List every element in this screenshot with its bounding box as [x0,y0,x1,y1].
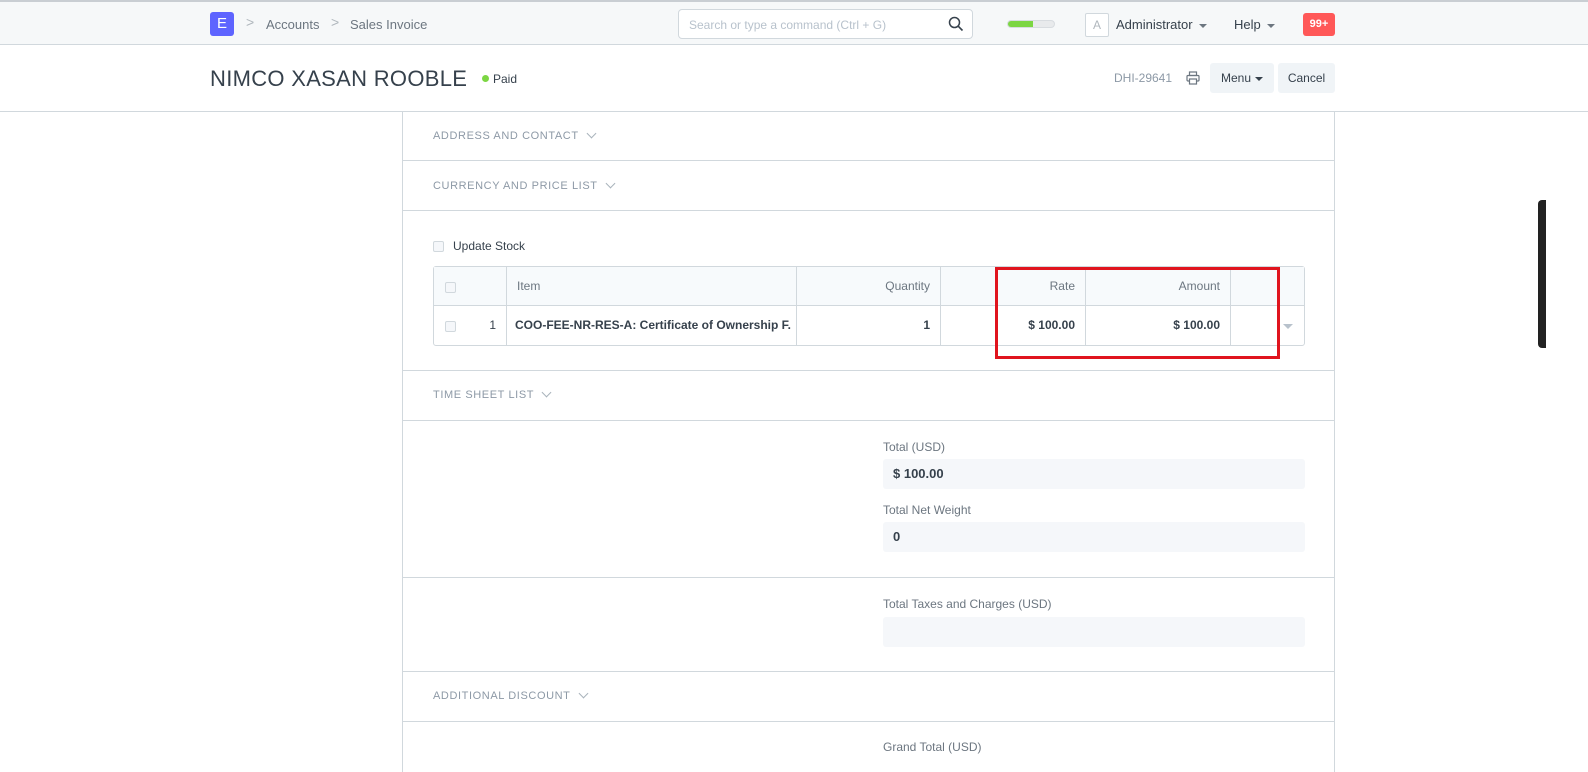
highlight-box [995,267,1280,359]
section-address-contact[interactable]: ADDRESS AND CONTACT [403,112,1334,161]
section-header[interactable]: ADDRESS AND CONTACT [433,128,597,142]
notifications-badge[interactable]: 99+ [1303,13,1335,36]
section-totals: Total (USD) $ 100.00 Total Net Weight 0 [403,421,1334,578]
select-all-checkbox[interactable] [445,282,456,293]
section-title: ADDITIONAL DISCOUNT [433,690,571,702]
breadcrumb-sales-invoice[interactable]: Sales Invoice [350,17,427,32]
app-logo[interactable]: E [210,12,234,36]
section-title: TIME SHEET LIST [433,389,535,401]
page-title: NIMCO XASAN ROOBLE [210,66,468,91]
page-head: NIMCO XASAN ROOBLE Paid DHI-29641 Menu C… [0,45,1588,112]
update-stock-checkbox[interactable] [433,241,444,252]
column-divider [940,267,941,345]
column-header-item[interactable]: Item [517,279,540,293]
print-icon[interactable] [1186,71,1200,85]
setup-progress-bar [1007,20,1055,28]
help-dropdown[interactable]: Help [1234,17,1275,32]
section-taxes: Total Taxes and Charges (USD) [403,578,1334,672]
column-divider [506,267,507,345]
caret-down-icon [1266,23,1275,28]
net-weight-field: 0 [883,522,1305,552]
chevron-down-icon [586,128,597,139]
section-header[interactable]: TIME SHEET LIST [433,387,552,401]
search-icon[interactable] [948,16,964,32]
row-checkbox[interactable] [445,321,456,332]
grand-total-label: Grand Total (USD) [883,740,982,754]
breadcrumb-accounts[interactable]: Accounts [266,17,319,32]
caret-down-icon [1198,23,1207,28]
chevron-right-icon: > [246,14,255,30]
form-body: ADDRESS AND CONTACT CURRENCY AND PRICE L… [402,112,1335,772]
taxes-label: Total Taxes and Charges (USD) [883,597,1052,611]
taxes-field [883,617,1305,647]
row-item[interactable]: COO-FEE-NR-RES-A: Certificate of Ownersh… [515,318,791,332]
column-divider [796,267,797,345]
search-input[interactable]: Search or type a command (Ctrl + G) [678,9,973,39]
section-title: CURRENCY AND PRICE LIST [433,180,598,192]
total-label: Total (USD) [883,440,946,454]
user-name: Administrator [1116,17,1193,32]
row-quantity[interactable]: 1 [806,318,930,332]
caret-down-icon [1255,76,1264,81]
chevron-down-icon [541,387,552,398]
status-badge: Paid [482,72,517,86]
update-stock-label: Update Stock [453,239,526,253]
progress-fill [1008,21,1034,27]
section-time-sheet-list[interactable]: TIME SHEET LIST [403,371,1334,421]
row-index: 1 [489,318,496,332]
column-header-quantity[interactable]: Quantity [806,279,930,293]
status-dot-icon [482,75,489,82]
avatar[interactable]: A [1085,13,1109,37]
row-dropdown-icon[interactable] [1283,324,1293,329]
chevron-down-icon [578,688,588,699]
section-header[interactable]: ADDITIONAL DISCOUNT [433,688,588,702]
user-dropdown[interactable]: Administrator [1116,17,1207,32]
section-title: ADDRESS AND CONTACT [433,130,579,142]
total-field: $ 100.00 [883,459,1305,489]
menu-label: Menu [1220,71,1252,85]
status-label: Paid [493,72,518,86]
chevron-down-icon [605,178,616,189]
side-panel-edge [1538,200,1546,348]
menu-button[interactable]: Menu [1210,63,1274,93]
section-header[interactable]: CURRENCY AND PRICE LIST [433,178,616,192]
search-placeholder: Search or type a command (Ctrl + G) [689,18,887,32]
help-label: Help [1234,17,1261,32]
navbar: E > Accounts > Sales Invoice Search or t… [0,0,1588,45]
section-additional-discount[interactable]: ADDITIONAL DISCOUNT [403,672,1334,722]
net-weight-label: Total Net Weight [883,503,971,517]
section-currency-price-list[interactable]: CURRENCY AND PRICE LIST [403,161,1334,211]
cancel-button[interactable]: Cancel [1278,63,1335,93]
chevron-right-icon: > [331,14,340,30]
document-id: DHI-29641 [1114,71,1173,85]
